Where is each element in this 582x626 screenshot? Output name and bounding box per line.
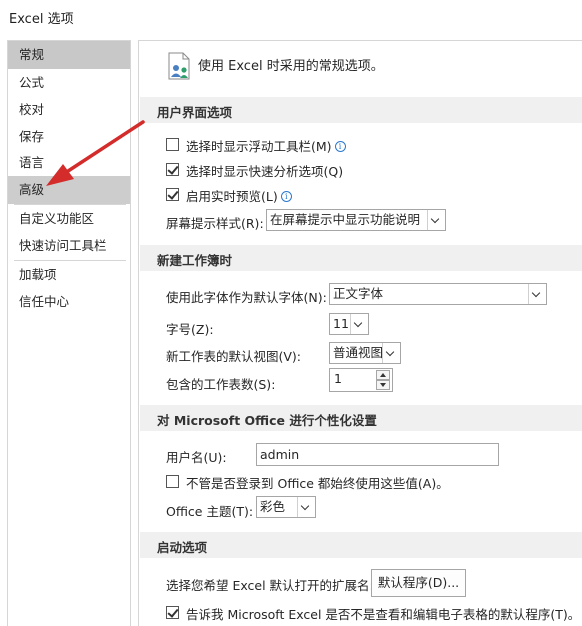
always-use-values-checkbox[interactable] <box>166 475 179 488</box>
sidebar-item-customize-ribbon[interactable]: 自定义功能区 <box>8 205 130 233</box>
info-icon[interactable]: i <box>334 141 346 152</box>
sidebar-item-quick-access-toolbar[interactable]: 快速访问工具栏 <box>8 232 130 260</box>
default-programs-button[interactable]: 默认程序(D)... <box>371 569 466 597</box>
chevron-down-icon <box>528 284 546 304</box>
office-theme-label: Office 主题(T): <box>166 504 254 519</box>
default-view-value: 普通视图 <box>333 345 384 360</box>
sheet-count-label: 包含的工作表数(S): <box>166 377 276 392</box>
font-size-value: 11 <box>333 316 349 331</box>
live-preview-option: 启用实时预览(L) i <box>186 186 292 205</box>
title-bar: Excel 选项 <box>0 0 582 34</box>
chevron-down-icon <box>297 497 315 517</box>
font-size-dropdown[interactable]: 11 <box>329 313 369 335</box>
quick-analysis-label: 选择时显示快速分析选项(Q) <box>186 164 344 179</box>
office-theme-dropdown[interactable]: 彩色 <box>256 496 316 518</box>
username-label: 用户名(U): <box>166 450 227 465</box>
window-title: Excel 选项 <box>9 12 74 27</box>
default-extension-label: 选择您希望 Excel 默认打开的扩展名: <box>166 578 374 593</box>
sidebar-item-trust-center[interactable]: 信任中心 <box>8 288 130 316</box>
section-header-startup: 启动选项 <box>140 532 582 558</box>
general-options-icon <box>168 52 190 80</box>
mini-toolbar-option: 选择时显示浮动工具栏(M) i <box>186 136 346 155</box>
live-preview-label: 启用实时预览(L) <box>186 189 278 204</box>
tell-me-default-label: 告诉我 Microsoft Excel 是否不是查看和编辑电子表格的默认程序(T… <box>186 607 581 622</box>
decrement-icon[interactable] <box>376 380 390 390</box>
section-title: 对 Microsoft Office 进行个性化设置 <box>157 413 377 428</box>
screentip-style-label: 屏幕提示样式(R): <box>166 216 264 231</box>
sidebar-item-proofing[interactable]: 校对 <box>8 96 130 124</box>
default-view-label: 新工作表的默认视图(V): <box>166 349 302 364</box>
increment-icon[interactable] <box>376 370 390 380</box>
section-header-ui-options: 用户界面选项 <box>140 97 582 123</box>
section-title: 启动选项 <box>157 540 208 555</box>
username-input[interactable]: admin <box>256 443 499 466</box>
sidebar-item-addins[interactable]: 加载项 <box>8 261 130 289</box>
mini-toolbar-label: 选择时显示浮动工具栏(M) <box>186 139 332 154</box>
page-description: 使用 Excel 时采用的常规选项。 <box>198 59 384 74</box>
sidebar-item-general[interactable]: 常规 <box>8 41 130 69</box>
options-content: 使用 Excel 时采用的常规选项。 用户界面选项 选择时显示浮动工具栏(M) i… <box>138 40 582 626</box>
sidebar-item-language[interactable]: 语言 <box>8 149 130 177</box>
font-size-label: 字号(Z): <box>166 322 214 337</box>
info-icon[interactable]: i <box>280 191 292 202</box>
sidebar-item-save[interactable]: 保存 <box>8 123 130 151</box>
live-preview-checkbox[interactable] <box>166 188 179 201</box>
always-use-values-label: 不管是否登录到 Office 都始终使用这些值(A)。 <box>186 476 449 491</box>
sheet-count-stepper[interactable]: 1 <box>329 368 393 392</box>
sheet-count-value: 1 <box>334 371 342 386</box>
default-font-label: 使用此字体作为默认字体(N): <box>166 290 327 305</box>
default-font-dropdown[interactable]: 正文字体 <box>329 283 547 305</box>
mini-toolbar-checkbox[interactable] <box>166 138 179 151</box>
chevron-down-icon <box>350 314 368 334</box>
section-title: 新建工作簿时 <box>157 253 233 268</box>
section-header-personalize: 对 Microsoft Office 进行个性化设置 <box>140 405 582 431</box>
quick-analysis-checkbox[interactable] <box>166 163 179 176</box>
sidebar-item-advanced[interactable]: 高级 <box>8 176 130 204</box>
tell-me-default-checkbox[interactable] <box>166 606 179 619</box>
default-view-dropdown[interactable]: 普通视图 <box>329 342 401 364</box>
chevron-down-icon <box>382 343 400 363</box>
sidebar-item-formulas[interactable]: 公式 <box>8 69 130 97</box>
chevron-down-icon <box>427 210 445 230</box>
screentip-style-dropdown[interactable]: 在屏幕提示中显示功能说明 <box>266 209 446 231</box>
office-theme-value: 彩色 <box>260 499 286 514</box>
section-header-new-workbook: 新建工作簿时 <box>140 245 582 271</box>
stepper-buttons <box>376 370 390 390</box>
section-title: 用户界面选项 <box>157 105 233 120</box>
screentip-style-value: 在屏幕提示中显示功能说明 <box>270 212 421 227</box>
default-font-value: 正文字体 <box>333 286 384 301</box>
options-sidebar: 常规 公式 校对 保存 语言 高级 自定义功能区 快速访问工具栏 加载项 信任中… <box>7 40 131 626</box>
